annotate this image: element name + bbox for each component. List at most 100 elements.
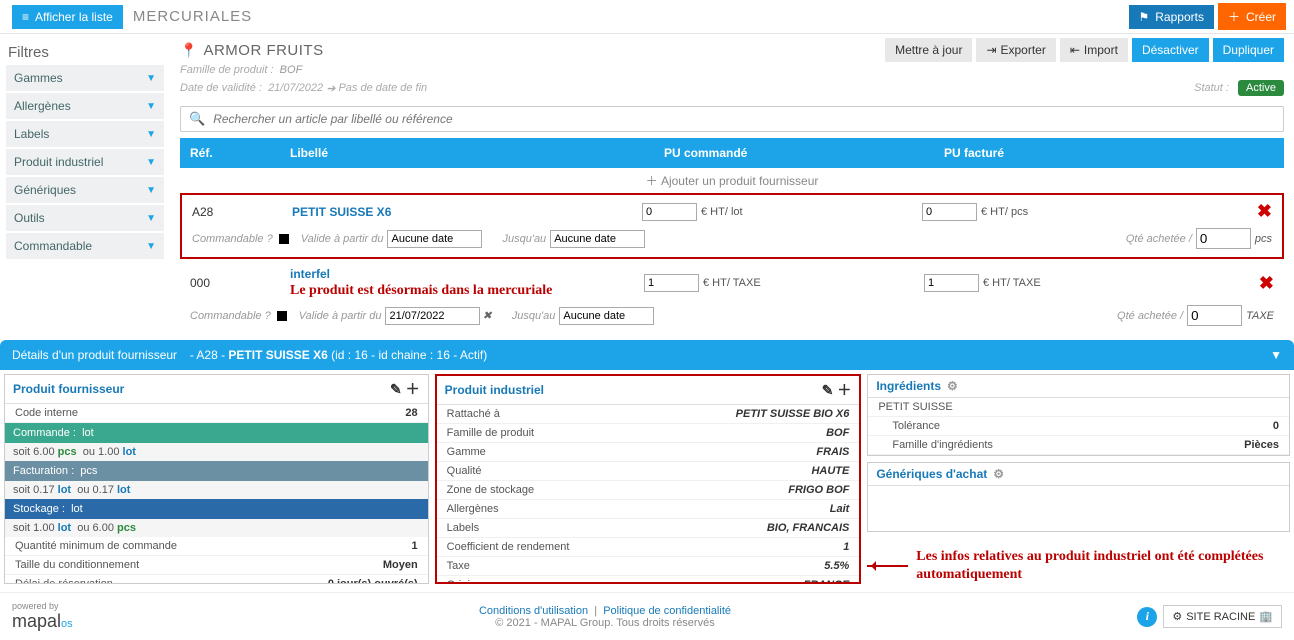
industrial-row: LabelsBIO, FRANCAIS — [437, 519, 860, 538]
show-list-button[interactable]: ≡ Afficher la liste — [12, 5, 123, 29]
chevron-down-icon: ▼ — [146, 241, 156, 252]
col-ref: Réf. — [180, 138, 280, 168]
topbar: ≡ Afficher la liste MERCURIALES ⚑ Rappor… — [0, 0, 1294, 34]
import-icon: ⇤ — [1070, 43, 1080, 57]
export-icon: ⇥ — [986, 43, 996, 57]
industrial-row: Zone de stockageFRIGO BOF — [437, 481, 860, 500]
panel-supplier: Produit fournisseur ✎ ＋ Code interne28 C… — [4, 374, 429, 584]
update-button[interactable]: Mettre à jour — [885, 38, 972, 62]
content-header: 📍 ARMOR FRUITS Mettre à jour ⇥Exporter ⇤… — [180, 38, 1284, 62]
globe-icon: ⚙ — [1172, 610, 1182, 623]
panel-ingredients: Ingrédients ⚙ PETIT SUISSE Tolérance0 Fa… — [867, 374, 1290, 456]
status-label: Statut : — [1194, 82, 1229, 94]
table-sub-row: Commandable ? Valide à partir du Jusqu'a… — [182, 226, 1282, 255]
delete-row-button[interactable]: ✖ — [1259, 273, 1274, 294]
qty-input[interactable] — [1196, 228, 1251, 249]
show-list-label: Afficher la liste — [35, 10, 113, 24]
filter-generiques[interactable]: Génériques▼ — [6, 177, 164, 203]
add-icon[interactable]: ＋ — [837, 382, 851, 398]
product-link[interactable]: interfel — [290, 267, 330, 281]
pu-commanded-input[interactable] — [644, 274, 699, 292]
duplicate-button[interactable]: Dupliquer — [1213, 38, 1284, 62]
validity-label: Date de validité : — [180, 82, 262, 94]
create-label: Créer — [1246, 10, 1276, 24]
chevron-down-icon: ▼ — [146, 157, 156, 168]
import-button[interactable]: ⇤Import — [1060, 38, 1128, 62]
chevron-down-icon: ▼ — [146, 129, 156, 140]
site-button[interactable]: ⚙SITE RACINE🏢 — [1163, 605, 1282, 628]
industrial-row: QualitéHAUTE — [437, 462, 860, 481]
valid-from-input[interactable] — [387, 230, 482, 248]
industrial-row: Coefficient de rendement1 — [437, 538, 860, 557]
export-button[interactable]: ⇥Exporter — [976, 38, 1055, 62]
panel-title: Produit fournisseur — [13, 382, 124, 396]
page-title: MERCURIALES — [133, 8, 252, 25]
search-box[interactable]: 🔍 — [180, 106, 1284, 132]
commandable-checkbox[interactable] — [277, 311, 287, 321]
add-icon[interactable]: ＋ — [406, 381, 420, 397]
gear-icon[interactable]: ⚙ — [947, 379, 958, 393]
row-ref: 000 — [190, 276, 290, 290]
building-icon: 🏢 — [1259, 610, 1273, 623]
filter-allergenes[interactable]: Allergènes▼ — [6, 93, 164, 119]
status-badge: Active — [1238, 80, 1284, 96]
filter-commandable[interactable]: Commandable▼ — [6, 233, 164, 259]
commandable-checkbox[interactable] — [279, 234, 289, 244]
deactivate-button[interactable]: Désactiver — [1132, 38, 1209, 62]
brand-logo: powered by mapalos — [12, 601, 73, 632]
pu-invoiced-input[interactable] — [924, 274, 979, 292]
privacy-link[interactable]: Politique de confidentialité — [603, 605, 731, 617]
footer: powered by mapalos Conditions d'utilisat… — [0, 592, 1294, 640]
flag-icon: ⚑ — [1139, 10, 1150, 24]
chevron-down-icon: ▼ — [146, 73, 156, 84]
panel-industrial: Produit industriel ✎ ＋ Rattaché àPETIT S… — [435, 374, 862, 584]
validity-from: 21/07/2022 — [268, 82, 323, 94]
table-row: 000 interfel Le produit est désormais da… — [180, 263, 1284, 303]
filter-produit-industriel[interactable]: Produit industriel▼ — [6, 149, 164, 175]
valid-until-input[interactable] — [559, 307, 654, 325]
col-lib: Libellé — [280, 138, 654, 168]
list-icon: ≡ — [22, 10, 29, 24]
clear-date-icon[interactable]: ✖ — [482, 309, 491, 322]
sidebar: Filtres Gammes▼ Allergènes▼ Labels▼ Prod… — [0, 34, 170, 332]
table-row: A28 PETIT SUISSE X6 € HT/ lot € HT/ pcs✖ — [182, 197, 1282, 226]
filter-gammes[interactable]: Gammes▼ — [6, 65, 164, 91]
chevron-down-icon: ▼ — [146, 213, 156, 224]
industrial-row: AllergènesLait — [437, 500, 860, 519]
detail-bar[interactable]: Détails d'un produit fournisseur - A28 -… — [0, 340, 1294, 370]
gear-icon[interactable]: ⚙ — [993, 467, 1004, 481]
edit-icon[interactable]: ✎ — [822, 382, 834, 398]
col-pu1: PU commandé — [654, 138, 934, 168]
plus-icon: ＋ — [1228, 8, 1240, 25]
product-link[interactable]: PETIT SUISSE X6 — [292, 205, 391, 219]
panel-generics: Génériques d'achat ⚙ — [867, 462, 1290, 532]
annotation-text: Le produit est désormais dans la mercuri… — [290, 283, 644, 299]
info-icon[interactable]: i — [1137, 607, 1157, 627]
family-meta: Famille de produit : BOF — [180, 62, 1284, 78]
reports-label: Rapports — [1155, 10, 1204, 24]
col-pu2: PU facturé — [934, 138, 1284, 168]
annotation-arrow: Les infos relatives au produit industrie… — [867, 538, 1290, 584]
filter-outils[interactable]: Outils▼ — [6, 205, 164, 231]
create-button[interactable]: ＋ Créer — [1218, 3, 1286, 30]
table-header: Réf. Libellé PU commandé PU facturé — [180, 138, 1284, 168]
valid-until-input[interactable] — [550, 230, 645, 248]
edit-icon[interactable]: ✎ — [390, 381, 402, 397]
map-pin-icon: 📍 — [180, 42, 197, 59]
detail-bar-title: Détails d'un produit fournisseur — [12, 348, 177, 362]
delete-row-button[interactable]: ✖ — [1257, 201, 1272, 222]
pu-invoiced-input[interactable] — [922, 203, 977, 221]
pu-commanded-input[interactable] — [642, 203, 697, 221]
facturation-bar: Facturation : pcs — [5, 461, 428, 481]
terms-link[interactable]: Conditions d'utilisation — [479, 605, 588, 617]
valid-from-input[interactable] — [385, 307, 480, 325]
filter-labels[interactable]: Labels▼ — [6, 121, 164, 147]
stockage-bar: Stockage : lot — [5, 499, 428, 519]
table-sub-row: Commandable ? Valide à partir du ✖ Jusqu… — [180, 303, 1284, 332]
search-input[interactable] — [213, 112, 1275, 126]
add-product-row[interactable]: ＋ Ajouter un produit fournisseur — [180, 168, 1284, 194]
chevron-down-icon[interactable]: ▼ — [1270, 348, 1282, 362]
qty-input[interactable] — [1187, 305, 1242, 326]
reports-button[interactable]: ⚑ Rapports — [1129, 5, 1214, 29]
copyright: © 2021 - MAPAL Group. Tous droits réserv… — [495, 617, 714, 629]
